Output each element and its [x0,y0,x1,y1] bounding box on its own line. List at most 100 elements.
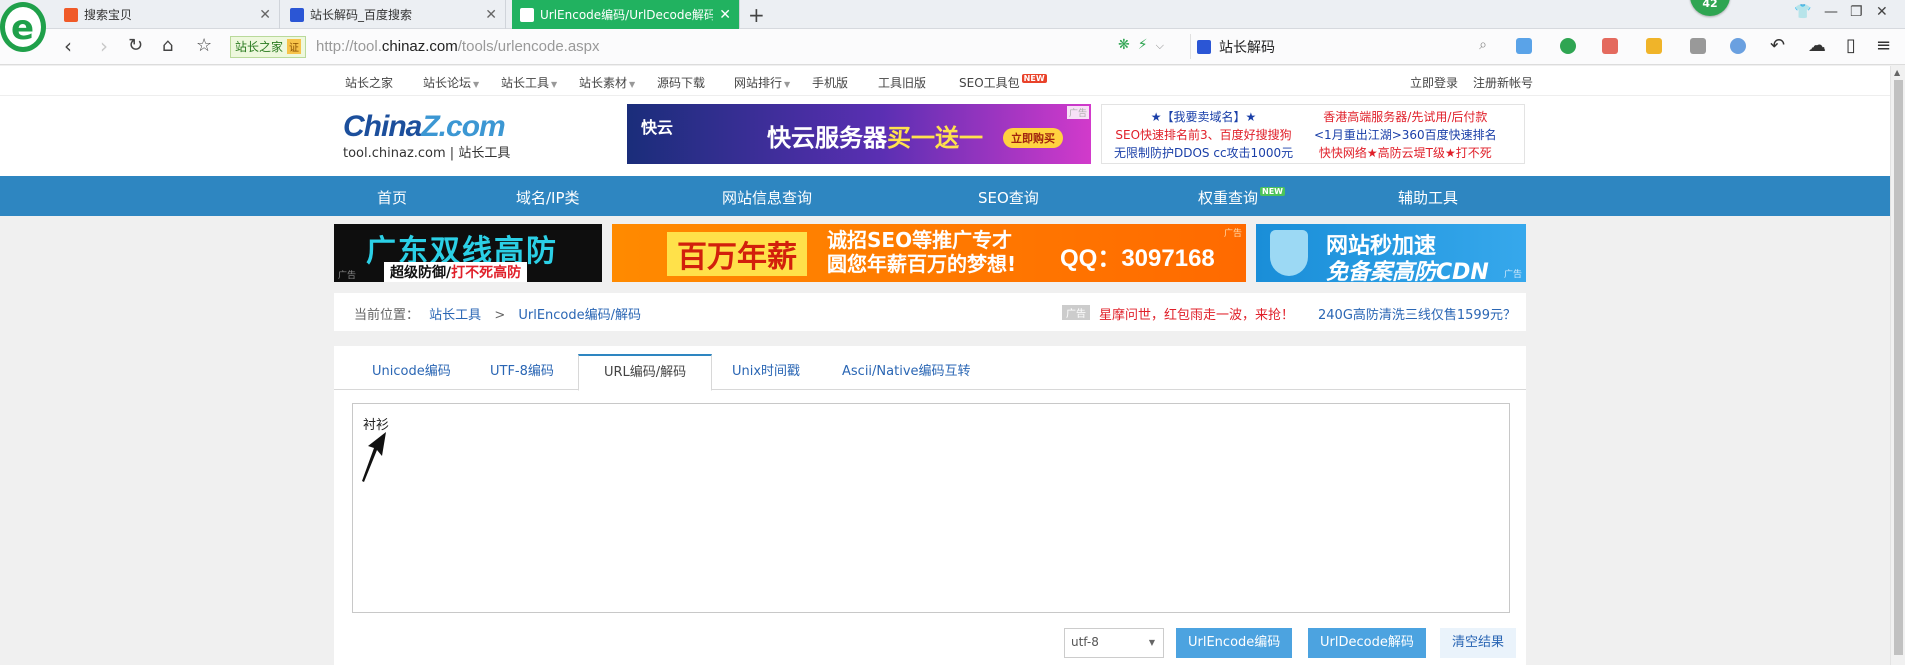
url-encode-button[interactable]: UrlEncode编码 [1176,628,1293,658]
tab-unix-timestamp[interactable]: Unix时间戳 [732,354,800,390]
topnav-tools[interactable]: 站长工具 ▼ [501,74,557,91]
browser-tab-title: UrlEncode编码/UrlDecode解码 [540,8,714,22]
shield-icon[interactable] [1560,38,1576,54]
url-decode-button[interactable]: UrlDecode解码 [1308,628,1426,658]
cdn-ad-banner[interactable]: 网站秒加速 免备案高防CDN 广告 [1256,224,1526,282]
forward-icon[interactable]: › [100,35,108,57]
mobile-icon[interactable]: ▯ [1846,35,1856,56]
text-ad-block: ★【我要卖域名】★ SEO快速排名前3、百度好搜搜狗 无限制防护DDOS cc攻… [1101,104,1525,164]
tab-url-encode-decode[interactable]: URL编码/解码 [578,354,713,391]
dropdown-chevron-icon[interactable]: ⌵ [1156,39,1164,53]
topnav-source[interactable]: 源码下载 [657,74,705,91]
minimize-icon[interactable]: — [1824,4,1838,20]
breadcrumb-label: 当前位置： [354,308,420,323]
game-icon[interactable] [1690,38,1706,54]
text-ad-link[interactable]: SEO快速排名前3、百度好搜搜狗 [1114,126,1293,144]
topnav-old-version[interactable]: 工具旧版 [878,74,926,91]
ad-label: 广告 [1503,270,1522,280]
gd-ddos-ad-banner[interactable]: 广东双线高防 超级防御/打不死高防 广告 [334,224,602,282]
site-header: ChinaZ.com tool.chinaz.com | 站长工具 快云 快云服… [0,96,1890,176]
login-link[interactable]: 立即登录 [1410,74,1458,91]
bookmark-star-icon[interactable]: ☆ [196,35,212,57]
text-ad-link[interactable]: 无限制防护DDOS cc攻击1000元 [1114,144,1293,162]
text-ad-link[interactable]: 快快网络★高防云堤T级★打不死 [1314,144,1497,162]
kuaiyun-slogan: 快云服务器买一送一 [767,124,983,152]
notification-badge[interactable]: 42 [1690,0,1730,16]
restore-icon[interactable]: ❐ [1850,4,1863,20]
translate-icon[interactable] [1602,38,1618,54]
text-ad-left: ★【我要卖域名】★ SEO快速排名前3、百度好搜搜狗 无限制防护DDOS cc攻… [1114,108,1293,162]
charset-select[interactable]: utf-8 ▼ [1064,628,1164,658]
promo-link-red[interactable]: 星摩问世，红包雨走一波，来抢！ [1099,304,1294,323]
ad-label: 广告 [1062,305,1090,320]
tab-unicode[interactable]: Unicode编码 [372,354,451,390]
chevron-down-icon: ▼ [1148,638,1155,647]
mainnav-domain-ip[interactable]: 域名/IP类 [516,187,580,208]
seo-job-ad-banner[interactable]: 百万年薪 诚招SEO等推广专才 圆您年薪百万的梦想! QQ：3097168 广告 [612,224,1246,282]
browser-tab-bar: e 搜索宝贝 ✕ 站长解码_百度搜索 ✕ UrlEncode编码/UrlDeco… [0,0,1905,52]
site-logo[interactable]: ChinaZ.com tool.chinaz.com | 站长工具 [343,110,510,161]
scroll-up-icon[interactable]: ▲ [1894,68,1900,77]
undo-icon[interactable]: ↶ [1770,35,1785,56]
text-ad-link[interactable]: <1月重出江湖>360百度快速排名 [1314,126,1497,144]
logo-brand: ChinaZ.com [343,110,506,143]
mainnav-weight[interactable]: 权重查询 NEW [1198,187,1285,208]
chevron-down-icon: ▼ [629,80,636,89]
buy-now-button[interactable]: 立即购买 [1003,128,1063,148]
home-icon[interactable]: ⌂ [162,35,173,57]
speed-mode-icon[interactable]: ⚡ [1138,37,1148,53]
search-box[interactable]: 站长解码 ⌕ [1190,34,1495,59]
apps-grid-icon[interactable] [1516,38,1532,54]
tab-utf8[interactable]: UTF-8编码 [490,354,554,390]
menu-icon[interactable]: ≡ [1876,35,1891,56]
security-check-icon[interactable]: ❋ [1118,37,1130,53]
scrollbar-thumb[interactable] [1894,80,1903,655]
topnav-mobile[interactable]: 手机版 [812,74,848,91]
site-verified-tag[interactable]: 站长之家 证 [230,35,307,58]
input-textarea[interactable]: 衬衫 [352,403,1510,613]
topnav-ranking[interactable]: 网站排行 ▼ [734,74,790,91]
kuaiyun-ad-banner[interactable]: 快云 快云服务器买一送一 立即购买 广告 [627,104,1091,164]
topnav-chinaz[interactable]: 站长之家 [345,74,393,91]
new-tab-button[interactable]: + [748,3,765,27]
coupon-icon[interactable] [1646,38,1662,54]
browser-tab-taobao[interactable]: 搜索宝贝 ✕ [56,0,280,29]
mainnav-home[interactable]: 首页 [377,187,407,208]
baidu-search-engine-icon[interactable] [1197,39,1211,54]
text-ad-link[interactable]: 香港高端服务器/先试用/后付款 [1314,108,1497,126]
close-tab-icon[interactable]: ✕ [719,7,731,23]
search-input[interactable]: 站长解码 [1219,37,1275,57]
promo-link-blue[interactable]: 240G高防清洗三线仅售1599元？ [1318,304,1516,323]
mainnav-helper[interactable]: 辅助工具 [1398,187,1458,208]
new-badge: NEW [1021,74,1047,83]
text-ad-link[interactable]: ★【我要卖域名】★ [1114,108,1293,126]
zoom-icon[interactable] [1730,38,1746,54]
register-link[interactable]: 注册新帐号 [1473,74,1533,91]
text-ad-right: 香港高端服务器/先试用/后付款 <1月重出江湖>360百度快速排名 快快网络★高… [1314,108,1497,162]
mainnav-seo[interactable]: SEO查询 [978,187,1039,208]
address-bar[interactable]: 站长之家 证 http://tool.chinaz.com/tools/urle… [230,34,1165,59]
browser-toolbar: ‹ › ↻ ⌂ ☆ 站长之家 证 http://tool.chinaz.com/… [0,29,1905,65]
topnav-forum[interactable]: 站长论坛 ▼ [423,74,479,91]
refresh-icon[interactable]: ↻ [128,35,143,57]
clear-results-button[interactable]: 清空结果 [1440,628,1517,658]
close-window-icon[interactable]: ✕ [1876,4,1888,20]
banner-subtitle: 超级防御/打不死高防 [384,262,528,282]
close-tab-icon[interactable]: ✕ [485,7,497,23]
back-icon[interactable]: ‹ [64,35,72,57]
mainnav-site-info[interactable]: 网站信息查询 [722,187,812,208]
tab-ascii-native[interactable]: Ascii/Native编码互转 [842,354,971,390]
close-tab-icon[interactable]: ✕ [259,7,271,23]
browser-logo-icon[interactable]: e [0,2,46,52]
browser-tab-baidu[interactable]: 站长解码_百度搜索 ✕ [282,0,506,29]
cloud-icon[interactable]: ☁ [1808,35,1826,56]
url-text[interactable]: http://tool.chinaz.com/tools/urlencode.a… [316,38,600,55]
breadcrumb-link-tools[interactable]: 站长工具 [429,308,481,323]
browser-tab-urlencode[interactable]: UrlEncode编码/UrlDecode解码 ✕ [512,0,740,29]
skin-icon[interactable]: 👕 [1794,4,1811,20]
topnav-materials[interactable]: 站长素材 ▼ [579,74,635,91]
breadcrumb-link-urlencode[interactable]: UrlEncode编码/解码 [518,308,641,323]
page-scrollbar[interactable]: ▲ [1890,66,1905,665]
search-icon[interactable]: ⌕ [1479,37,1487,53]
topnav-seo-toolkit[interactable]: SEO工具包 NEW [959,74,1047,91]
